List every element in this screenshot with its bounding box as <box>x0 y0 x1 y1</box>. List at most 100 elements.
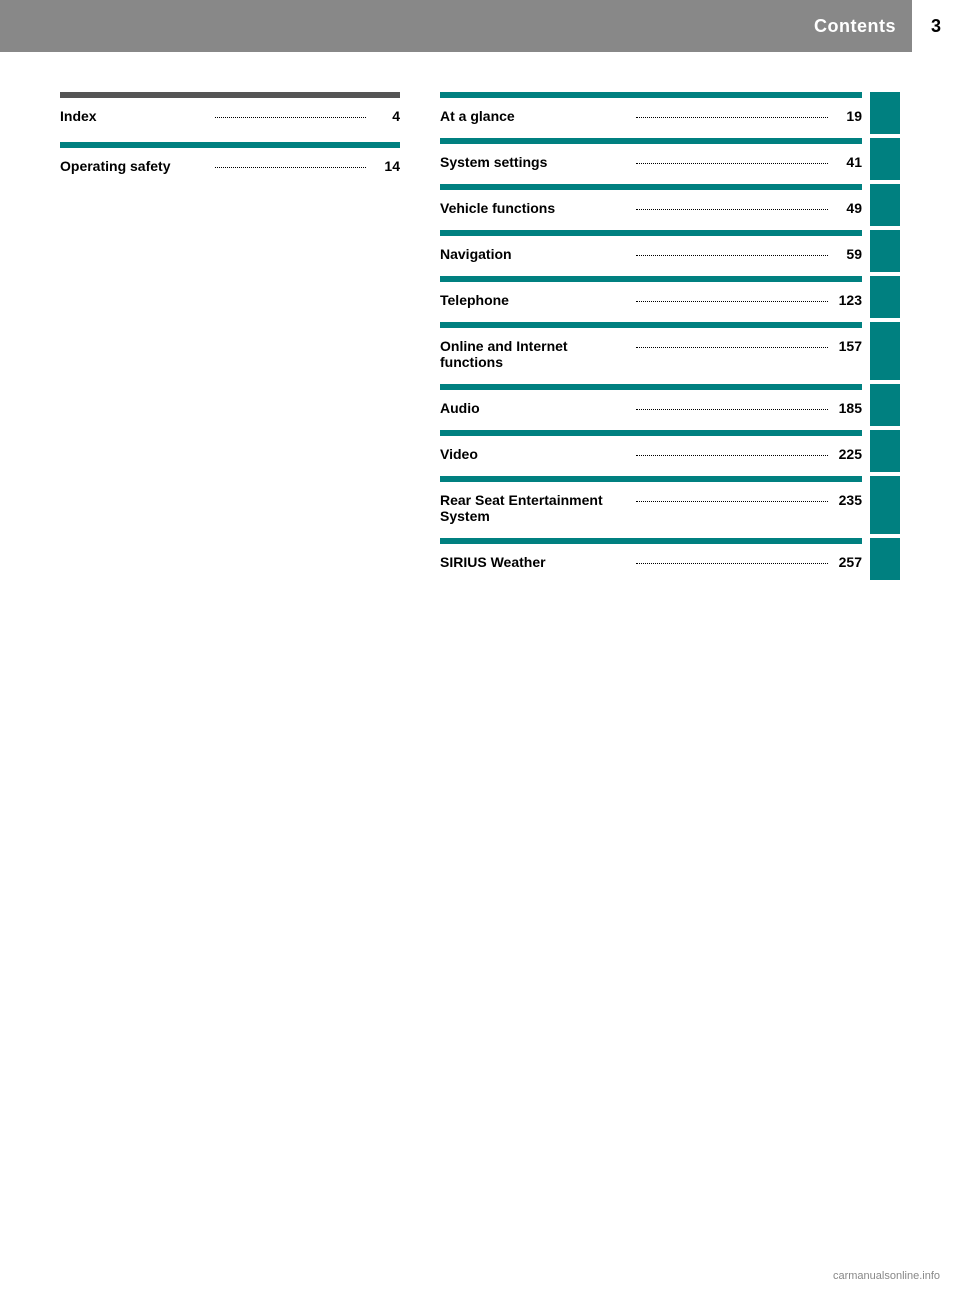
content-area: Index 4 Operating safety 14 At a glance <box>0 52 960 624</box>
toc-bar-video <box>440 430 862 436</box>
toc-bar-telephone <box>440 276 862 282</box>
toc-label-sirius: SIRIUS Weather <box>440 554 632 570</box>
toc-item-index: Index 4 <box>60 102 400 134</box>
side-bar-system-settings <box>870 138 900 180</box>
toc-page-vehicle-functions: 49 <box>832 200 862 216</box>
toc-section-at-a-glance: At a glance 19 <box>440 92 900 134</box>
right-column: At a glance 19 System settings 41 <box>440 92 900 584</box>
toc-page-at-a-glance: 19 <box>832 108 862 124</box>
toc-bar-at-a-glance <box>440 92 862 98</box>
toc-label-audio: Audio <box>440 400 632 416</box>
side-bar-sirius <box>870 538 900 580</box>
side-bar-online <box>870 322 900 380</box>
toc-dots-vehicle-functions <box>636 209 828 210</box>
toc-label-system-settings: System settings <box>440 154 632 170</box>
toc-section-navigation: Navigation 59 <box>440 230 900 272</box>
toc-content-navigation: Navigation 59 <box>440 230 862 272</box>
toc-dots-index <box>215 117 366 118</box>
side-bar-telephone <box>870 276 900 318</box>
toc-dots-system-settings <box>636 163 828 164</box>
toc-page-video: 225 <box>832 446 862 462</box>
toc-bar-operating-safety <box>60 142 400 148</box>
toc-dots-operating-safety <box>215 167 366 168</box>
toc-page-telephone: 123 <box>832 292 862 308</box>
toc-content-audio: Audio 185 <box>440 384 862 426</box>
toc-page-rear-seat: 235 <box>832 492 862 508</box>
toc-item-vehicle-functions: Vehicle functions 49 <box>440 194 862 226</box>
toc-dots-at-a-glance <box>636 117 828 118</box>
header-bar: Contents 3 <box>0 0 960 52</box>
toc-section-audio: Audio 185 <box>440 384 900 426</box>
toc-item-navigation: Navigation 59 <box>440 240 862 272</box>
toc-content-online: Online and Internet functions 157 <box>440 322 862 380</box>
header-title: Contents <box>814 16 912 37</box>
toc-bar-index <box>60 92 400 98</box>
toc-label-online: Online and Internet functions <box>440 338 632 370</box>
toc-section-rear-seat: Rear Seat Entertainment System 235 <box>440 476 900 534</box>
side-bar-vehicle-functions <box>870 184 900 226</box>
toc-page-index: 4 <box>370 108 400 124</box>
side-bar-rear-seat <box>870 476 900 534</box>
toc-content-system-settings: System settings 41 <box>440 138 862 180</box>
branding-text: carmanualsonline.info <box>833 1270 940 1282</box>
toc-label-vehicle-functions: Vehicle functions <box>440 200 632 216</box>
side-bar-video <box>870 430 900 472</box>
toc-bar-system-settings <box>440 138 862 144</box>
toc-label-index: Index <box>60 108 211 124</box>
toc-bar-online <box>440 322 862 328</box>
header-page-number: 3 <box>912 0 960 52</box>
toc-dots-online <box>636 347 828 348</box>
toc-item-telephone: Telephone 123 <box>440 286 862 318</box>
side-bar-navigation <box>870 230 900 272</box>
toc-content-video: Video 225 <box>440 430 862 472</box>
toc-bar-navigation <box>440 230 862 236</box>
toc-dots-navigation <box>636 255 828 256</box>
toc-section-telephone: Telephone 123 <box>440 276 900 318</box>
toc-label-telephone: Telephone <box>440 292 632 308</box>
toc-item-rear-seat: Rear Seat Entertainment System 235 <box>440 486 862 534</box>
toc-dots-video <box>636 455 828 456</box>
toc-label-navigation: Navigation <box>440 246 632 262</box>
toc-dots-rear-seat <box>636 501 828 502</box>
header-title-block: Contents 3 <box>814 0 960 52</box>
toc-content-vehicle-functions: Vehicle functions 49 <box>440 184 862 226</box>
toc-content-rear-seat: Rear Seat Entertainment System 235 <box>440 476 862 534</box>
toc-item-online: Online and Internet functions 157 <box>440 332 862 380</box>
toc-label-rear-seat: Rear Seat Entertainment System <box>440 492 632 524</box>
toc-item-at-a-glance: At a glance 19 <box>440 102 862 134</box>
toc-section-system-settings: System settings 41 <box>440 138 900 180</box>
toc-bar-sirius <box>440 538 862 544</box>
toc-page-sirius: 257 <box>832 554 862 570</box>
side-bar-at-a-glance <box>870 92 900 134</box>
toc-dots-audio <box>636 409 828 410</box>
toc-dots-telephone <box>636 301 828 302</box>
toc-content-at-a-glance: At a glance 19 <box>440 92 862 134</box>
toc-page-audio: 185 <box>832 400 862 416</box>
toc-item-video: Video 225 <box>440 440 862 472</box>
toc-label-at-a-glance: At a glance <box>440 108 632 124</box>
side-bar-audio <box>870 384 900 426</box>
toc-page-navigation: 59 <box>832 246 862 262</box>
toc-label-operating-safety: Operating safety <box>60 158 211 174</box>
toc-item-sirius: SIRIUS Weather 257 <box>440 548 862 580</box>
toc-item-audio: Audio 185 <box>440 394 862 426</box>
toc-content-telephone: Telephone 123 <box>440 276 862 318</box>
toc-page-online: 157 <box>832 338 862 354</box>
toc-dots-sirius <box>636 563 828 564</box>
toc-page-operating-safety: 14 <box>370 158 400 174</box>
toc-label-video: Video <box>440 446 632 462</box>
toc-bar-audio <box>440 384 862 390</box>
toc-section-vehicle-functions: Vehicle functions 49 <box>440 184 900 226</box>
toc-section-video: Video 225 <box>440 430 900 472</box>
toc-content-sirius: SIRIUS Weather 257 <box>440 538 862 580</box>
toc-item-operating-safety: Operating safety 14 <box>60 152 400 184</box>
toc-section-index: Index 4 <box>60 92 400 134</box>
toc-section-sirius: SIRIUS Weather 257 <box>440 538 900 580</box>
toc-section-online: Online and Internet functions 157 <box>440 322 900 380</box>
left-column: Index 4 Operating safety 14 <box>60 92 400 584</box>
toc-bar-vehicle-functions <box>440 184 862 190</box>
toc-bar-rear-seat <box>440 476 862 482</box>
toc-page-system-settings: 41 <box>832 154 862 170</box>
toc-item-system-settings: System settings 41 <box>440 148 862 180</box>
toc-section-operating-safety: Operating safety 14 <box>60 142 400 184</box>
